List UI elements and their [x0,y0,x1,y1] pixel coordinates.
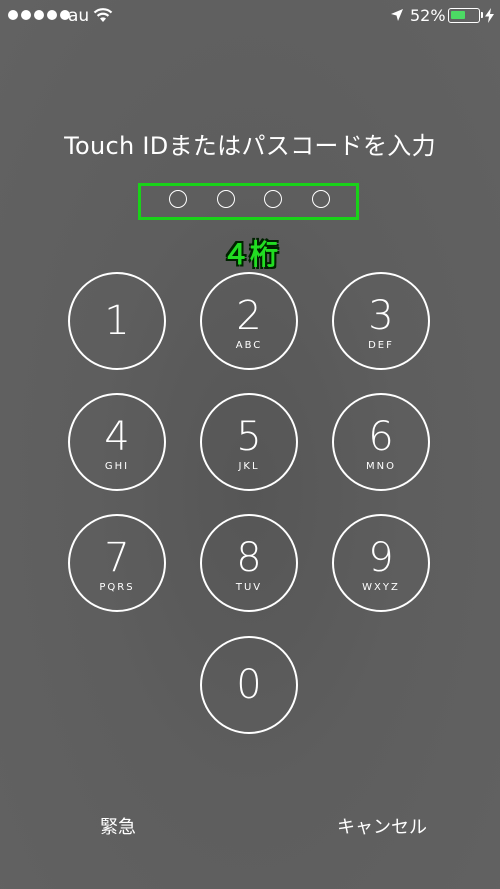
wifi-icon [93,8,113,22]
key-digit: 0 [236,662,262,708]
keypad-key-4[interactable]: 4 GHI [68,393,166,491]
key-digit: 9 [368,535,394,581]
keypad-key-6[interactable]: 6 MNO [332,393,430,491]
passcode-dot [312,190,330,208]
keypad-key-1[interactable]: 1 [68,272,166,370]
digits-annotation: ４桁 [221,238,278,271]
battery-level [451,11,465,19]
cancel-button[interactable]: キャンセル [337,813,427,839]
key-letters: ABC [235,340,263,351]
key-digit: 5 [236,414,262,460]
key-digit: 8 [236,535,262,581]
battery-cap [481,12,483,18]
keypad-key-0[interactable]: 0 [200,636,298,734]
location-arrow-icon [391,9,403,21]
battery-percentage: 52% [410,6,446,25]
emergency-button[interactable]: 緊急 [100,813,136,839]
signal-strength-icon [8,10,70,20]
key-digit: 7 [104,535,130,581]
key-digit: 4 [104,414,130,460]
keypad-key-2[interactable]: 2 ABC [200,272,298,370]
key-letters: DEF [368,340,394,351]
key-letters: GHI [104,461,130,472]
key-digit: 3 [368,293,394,339]
passcode-dot [169,190,187,208]
passcode-dot [264,190,282,208]
charging-bolt-icon [485,8,494,23]
carrier-name: au [68,6,90,26]
keypad-key-8[interactable]: 8 TUV [200,514,298,612]
key-letters: JKL [238,461,260,472]
status-bar: au 52% [0,0,500,32]
key-digit: 2 [236,293,262,339]
passcode-dot [217,190,235,208]
keypad-key-9[interactable]: 9 WXYZ [332,514,430,612]
passcode-prompt: Touch IDまたはパスコードを入力 [64,132,436,160]
key-digit: 6 [368,414,394,460]
keypad-key-7[interactable]: 7 PQRS [68,514,166,612]
key-letters: WXYZ [362,582,400,593]
key-letters: PQRS [99,582,135,593]
key-letters: TUV [235,582,263,593]
battery-icon [448,8,480,23]
keypad-key-3[interactable]: 3 DEF [332,272,430,370]
key-digit: 1 [104,298,130,344]
key-letters: MNO [366,461,396,472]
keypad-key-5[interactable]: 5 JKL [200,393,298,491]
